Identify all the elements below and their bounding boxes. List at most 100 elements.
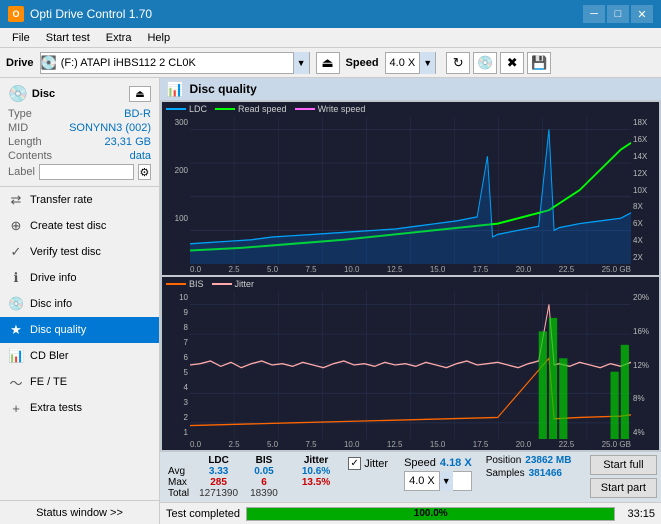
total-label: Total — [164, 488, 193, 499]
sidebar-item-extra-tests[interactable]: + Extra tests — [0, 395, 159, 421]
disc-label-input[interactable] — [39, 164, 134, 180]
menu-start-test[interactable]: Start test — [38, 30, 98, 46]
avg-jitter: 10.6% — [296, 466, 336, 477]
jitter-checkbox-label: Jitter — [364, 458, 388, 470]
position-value: 23862 MB — [525, 455, 571, 466]
main: 💿 Disc ⏏ Type BD-R MID SONYNN3 (002) Len… — [0, 78, 661, 524]
create-test-disc-icon: ⊕ — [8, 218, 24, 234]
sidebar-item-cd-bler[interactable]: 📊 CD Bler — [0, 343, 159, 369]
disc-contents-label: Contents — [8, 150, 52, 162]
menu-help[interactable]: Help — [139, 30, 178, 46]
stats-row: LDC BIS Jitter Avg 3.33 0.05 10.6% — [164, 455, 657, 499]
disc-label-row: Label ⚙ — [8, 164, 151, 180]
disc-header-left: 💿 Disc — [8, 84, 55, 104]
write-speed-legend-line — [295, 108, 315, 110]
refresh-button[interactable]: ↻ — [446, 52, 470, 74]
total-ldc: 1271390 — [193, 488, 244, 499]
sidebar-item-disc-quality[interactable]: ★ Disc quality — [0, 317, 159, 343]
sidebar-item-label: Disc quality — [30, 324, 86, 336]
disc-panel: 💿 Disc ⏏ Type BD-R MID SONYNN3 (002) Len… — [0, 78, 159, 187]
disc-button[interactable]: 💿 — [473, 52, 497, 74]
disc-quality-icon: ★ — [8, 322, 24, 338]
titlebar-left: O Opti Drive Control 1.70 — [8, 6, 152, 22]
bottom-y-axis-left: 10 9 8 7 6 5 4 3 2 1 — [162, 291, 190, 439]
jitter-legend-label: Jitter — [235, 279, 255, 289]
progress-text: 100.0% — [247, 508, 614, 519]
disc-label-button[interactable]: ⚙ — [138, 164, 151, 180]
start-full-button[interactable]: Start full — [590, 455, 657, 475]
bottom-bar: Test completed 100.0% 33:15 — [160, 502, 661, 524]
maximize-button[interactable]: □ — [607, 5, 629, 23]
menu-extra[interactable]: Extra — [98, 30, 140, 46]
jitter-checkbox[interactable]: ✓ — [348, 457, 361, 470]
time-display: 33:15 — [627, 508, 655, 520]
max-jitter: 13.5% — [296, 477, 336, 488]
speed-dropdown[interactable]: ▼ — [419, 52, 435, 74]
speed-select-dropdown[interactable]: ▼ — [439, 471, 453, 491]
status-window-button[interactable]: Status window >> — [0, 500, 159, 524]
samples-value: 381466 — [529, 468, 562, 479]
total-bis: 18390 — [244, 488, 284, 499]
speed-select-value: 4.0 X — [405, 475, 439, 487]
minimize-button[interactable]: ─ — [583, 5, 605, 23]
drive-icon: 💽 — [41, 55, 57, 71]
drivebar: Drive 💽 (F:) ATAPI iHBS112 2 CL0K ▼ ⏏ Sp… — [0, 48, 661, 78]
chart-header-icon: 📊 — [166, 81, 183, 98]
eject-button[interactable]: ⏏ — [316, 52, 340, 74]
max-ldc: 285 — [193, 477, 244, 488]
sidebar-item-label: CD Bler — [30, 350, 69, 362]
sidebar-item-fe-te[interactable]: 〜 FE / TE — [0, 369, 159, 395]
speed-select-control[interactable]: 4.0 X ▼ — [404, 471, 472, 491]
col-header-empty — [164, 455, 193, 466]
bis-legend-line — [166, 283, 186, 285]
stats-table: LDC BIS Jitter Avg 3.33 0.05 10.6% — [164, 455, 336, 499]
disc-type-row: Type BD-R — [8, 108, 151, 120]
sidebar-item-label: Create test disc — [30, 220, 106, 232]
ldc-chart-panel: LDC Read speed Write speed 300 — [162, 102, 659, 275]
avg-label: Avg — [164, 466, 193, 477]
start-part-button[interactable]: Start part — [590, 478, 657, 498]
ldc-legend-label: LDC — [189, 104, 207, 114]
sidebar-item-transfer-rate[interactable]: ⇄ Transfer rate — [0, 187, 159, 213]
bis-legend: BIS Jitter — [162, 277, 659, 291]
position-section: Position 23862 MB Samples 381466 — [486, 455, 572, 479]
bottom-x-axis: 0.0 2.5 5.0 7.5 10.0 12.5 15.0 17.5 20.0… — [162, 439, 659, 450]
top-chart-svg — [190, 116, 631, 264]
close-button[interactable]: ✕ — [631, 5, 653, 23]
disc-length-row: Length 23,31 GB — [8, 136, 151, 148]
disc-header: 💿 Disc ⏏ — [8, 84, 151, 104]
progress-bar: 100.0% — [246, 507, 615, 521]
top-y-axis-left: 300 200 100 — [162, 116, 190, 264]
col-header-spacer — [284, 455, 296, 466]
sidebar-item-label: Extra tests — [30, 402, 82, 414]
col-header-bis: BIS — [244, 455, 284, 466]
titlebar-buttons: ─ □ ✕ — [583, 5, 653, 23]
sidebar-item-label: Transfer rate — [30, 194, 93, 206]
app-title: Opti Drive Control 1.70 — [30, 7, 152, 21]
max-label: Max — [164, 477, 193, 488]
drivebar-icons: ↻ 💿 ✖ 💾 — [446, 52, 551, 74]
speed-value-stat: 4.18 X — [440, 457, 472, 469]
disc-type-label: Type — [8, 108, 32, 120]
read-speed-legend-line — [215, 108, 235, 110]
sidebar-item-drive-info[interactable]: ℹ Drive info — [0, 265, 159, 291]
stats-section: LDC BIS Jitter Avg 3.33 0.05 10.6% — [160, 452, 661, 502]
disc-length-label: Length — [8, 136, 42, 148]
col-header-jitter: Jitter — [296, 455, 336, 466]
sidebar-item-verify-test-disc[interactable]: ✓ Verify test disc — [0, 239, 159, 265]
jitter-checkbox-row[interactable]: ✓ Jitter — [348, 457, 388, 470]
menu-file[interactable]: File — [4, 30, 38, 46]
sidebar-item-disc-info[interactable]: 💿 Disc info — [0, 291, 159, 317]
drive-value: (F:) ATAPI iHBS112 2 CL0K — [61, 57, 293, 69]
disc-mid-value: SONYNN3 (002) — [69, 122, 151, 134]
avg-bis: 0.05 — [244, 466, 284, 477]
sidebar-item-create-test-disc[interactable]: ⊕ Create test disc — [0, 213, 159, 239]
disc-eject-button[interactable]: ⏏ — [129, 86, 151, 102]
drive-label: Drive — [6, 57, 34, 69]
disc-mid-row: MID SONYNN3 (002) — [8, 122, 151, 134]
erase-button[interactable]: ✖ — [500, 52, 524, 74]
drive-dropdown[interactable]: ▼ — [293, 52, 309, 74]
save-button[interactable]: 💾 — [527, 52, 551, 74]
sidebar-item-label: Verify test disc — [30, 246, 101, 258]
jitter-control: ✓ Jitter — [340, 455, 396, 472]
